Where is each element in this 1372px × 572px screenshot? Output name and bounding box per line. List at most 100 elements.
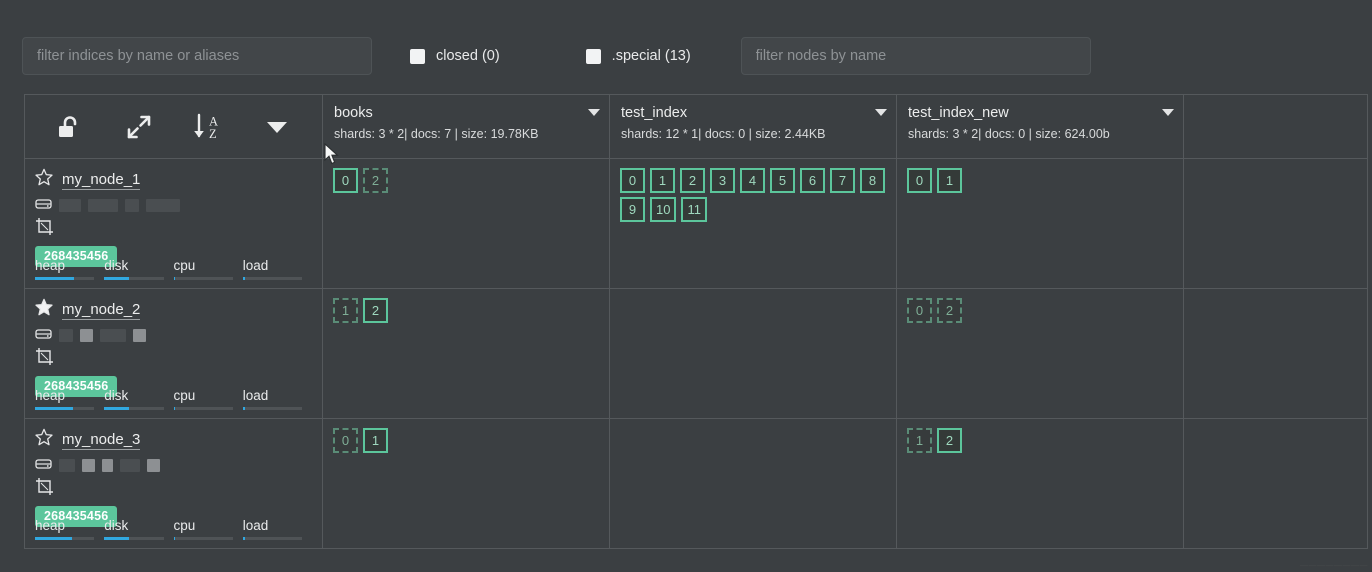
crop-icon [35, 217, 54, 241]
shard-primary[interactable]: 8 [860, 168, 885, 193]
shard-primary[interactable]: 9 [620, 197, 645, 222]
metric-label: load [243, 258, 302, 274]
node-header: my_node_2 [35, 298, 310, 321]
node-name-link[interactable]: my_node_2 [62, 300, 140, 320]
index-meta: shards: 3 * 2| docs: 7 | size: 19.78KB [334, 126, 597, 143]
shard-primary[interactable]: 0 [907, 168, 932, 193]
index-name: test_index [621, 104, 884, 122]
obscured-text-chip [146, 199, 180, 212]
index-menu-caret-icon[interactable] [1162, 109, 1174, 116]
star-filled-icon[interactable] [35, 298, 53, 321]
special-checkbox-box[interactable] [586, 49, 601, 64]
shard-primary[interactable]: 4 [740, 168, 765, 193]
node-name-link[interactable]: my_node_1 [62, 170, 140, 190]
shard-primary[interactable]: 6 [800, 168, 825, 193]
metric-label: heap [35, 388, 94, 404]
shard-primary[interactable]: 7 [830, 168, 855, 193]
unlock-icon [57, 115, 83, 139]
metric-track [243, 277, 302, 280]
node-metrics: heapdiskcpuload [35, 258, 312, 280]
shard-primary[interactable]: 3 [710, 168, 735, 193]
shard-replica[interactable]: 1 [333, 298, 358, 323]
closed-indices-checkbox[interactable]: closed (0) [410, 48, 500, 64]
shard-replica[interactable]: 2 [937, 298, 962, 323]
shard-primary[interactable]: 2 [363, 298, 388, 323]
shard-replica[interactable]: 2 [363, 168, 388, 193]
sort-alpha-asc-icon: A Z [191, 113, 225, 141]
shard-primary[interactable]: 2 [680, 168, 705, 193]
metric-fill [243, 537, 245, 540]
watermark-text: ———————— [1300, 561, 1368, 570]
unlock-button[interactable] [39, 105, 100, 149]
metric-disk[interactable]: disk [104, 388, 173, 410]
metric-track [174, 277, 233, 280]
metric-fill [243, 277, 245, 280]
metric-track [243, 407, 302, 410]
metric-track [104, 407, 163, 410]
special-indices-checkbox[interactable]: .special (13) [586, 48, 691, 64]
index-menu-caret-icon[interactable] [875, 109, 887, 116]
indices-filter-input[interactable] [22, 37, 372, 75]
nodes-filter-input[interactable] [741, 37, 1091, 75]
shard-cell-test_index_new: 01 [897, 159, 1184, 289]
shard-primary[interactable]: 1 [650, 168, 675, 193]
metric-track [174, 407, 233, 410]
metric-cpu[interactable]: cpu [174, 518, 243, 540]
index-menu-caret-icon[interactable] [588, 109, 600, 116]
shard-list: 01 [333, 428, 601, 453]
shard-primary[interactable]: 11 [681, 197, 707, 222]
svg-text:Z: Z [209, 127, 217, 141]
shard-replica[interactable]: 1 [907, 428, 932, 453]
shard-cell-test_index [610, 419, 897, 549]
shard-primary[interactable]: 0 [620, 168, 645, 193]
node-data-role-row [35, 327, 310, 344]
star-outline-icon[interactable] [35, 428, 53, 451]
metric-track [104, 277, 163, 280]
obscured-text-chip [82, 459, 95, 472]
shard-replica[interactable]: 0 [333, 428, 358, 453]
shard-primary[interactable]: 5 [770, 168, 795, 193]
metric-disk[interactable]: disk [104, 258, 173, 280]
hdd-icon [35, 456, 52, 476]
metric-load[interactable]: load [243, 258, 312, 280]
shard-replica[interactable]: 0 [907, 298, 932, 323]
metric-cpu[interactable]: cpu [174, 388, 243, 410]
metric-fill [104, 277, 128, 280]
index-header-test_index[interactable]: test_index shards: 12 * 1| docs: 0 | siz… [610, 95, 897, 159]
shard-cell-test_index [610, 289, 897, 419]
shard-primary[interactable]: 1 [937, 168, 962, 193]
metric-heap[interactable]: heap [35, 258, 104, 280]
closed-checkbox-box[interactable] [410, 49, 425, 64]
metric-cpu[interactable]: cpu [174, 258, 243, 280]
shard-primary[interactable]: 0 [333, 168, 358, 193]
metric-label: disk [104, 258, 163, 274]
shard-primary[interactable]: 10 [650, 197, 676, 222]
metric-load[interactable]: load [243, 388, 312, 410]
index-header-test_index_new[interactable]: test_index_new shards: 3 * 2| docs: 0 | … [897, 95, 1184, 159]
node-data-role-row [35, 197, 310, 214]
node-name-link[interactable]: my_node_3 [62, 430, 140, 450]
index-meta: shards: 12 * 1| docs: 0 | size: 2.44KB [621, 126, 884, 143]
metric-heap[interactable]: heap [35, 388, 104, 410]
metric-heap[interactable]: heap [35, 518, 104, 540]
index-header-books[interactable]: books shards: 3 * 2| docs: 7 | size: 19.… [323, 95, 610, 159]
filter-bar: closed (0) .special (13) [22, 26, 1350, 86]
shard-cell-test_index_new: 12 [897, 419, 1184, 549]
metric-track [243, 537, 302, 540]
obscured-text-chip [100, 329, 126, 342]
obscured-text-chip [59, 329, 73, 342]
shard-list: 02 [907, 298, 1175, 323]
shard-primary[interactable]: 2 [937, 428, 962, 453]
shard-primary[interactable]: 1 [363, 428, 388, 453]
crop-icon [35, 347, 54, 371]
expand-button[interactable] [108, 105, 169, 149]
metric-label: cpu [174, 258, 233, 274]
obscured-text-chip [133, 329, 146, 342]
metric-load[interactable]: load [243, 518, 312, 540]
star-outline-icon[interactable] [35, 168, 53, 191]
metric-disk[interactable]: disk [104, 518, 173, 540]
sort-button[interactable]: A Z [178, 105, 239, 149]
index-name: books [334, 104, 597, 122]
grid-options-button[interactable] [247, 105, 308, 149]
metric-label: cpu [174, 388, 233, 404]
